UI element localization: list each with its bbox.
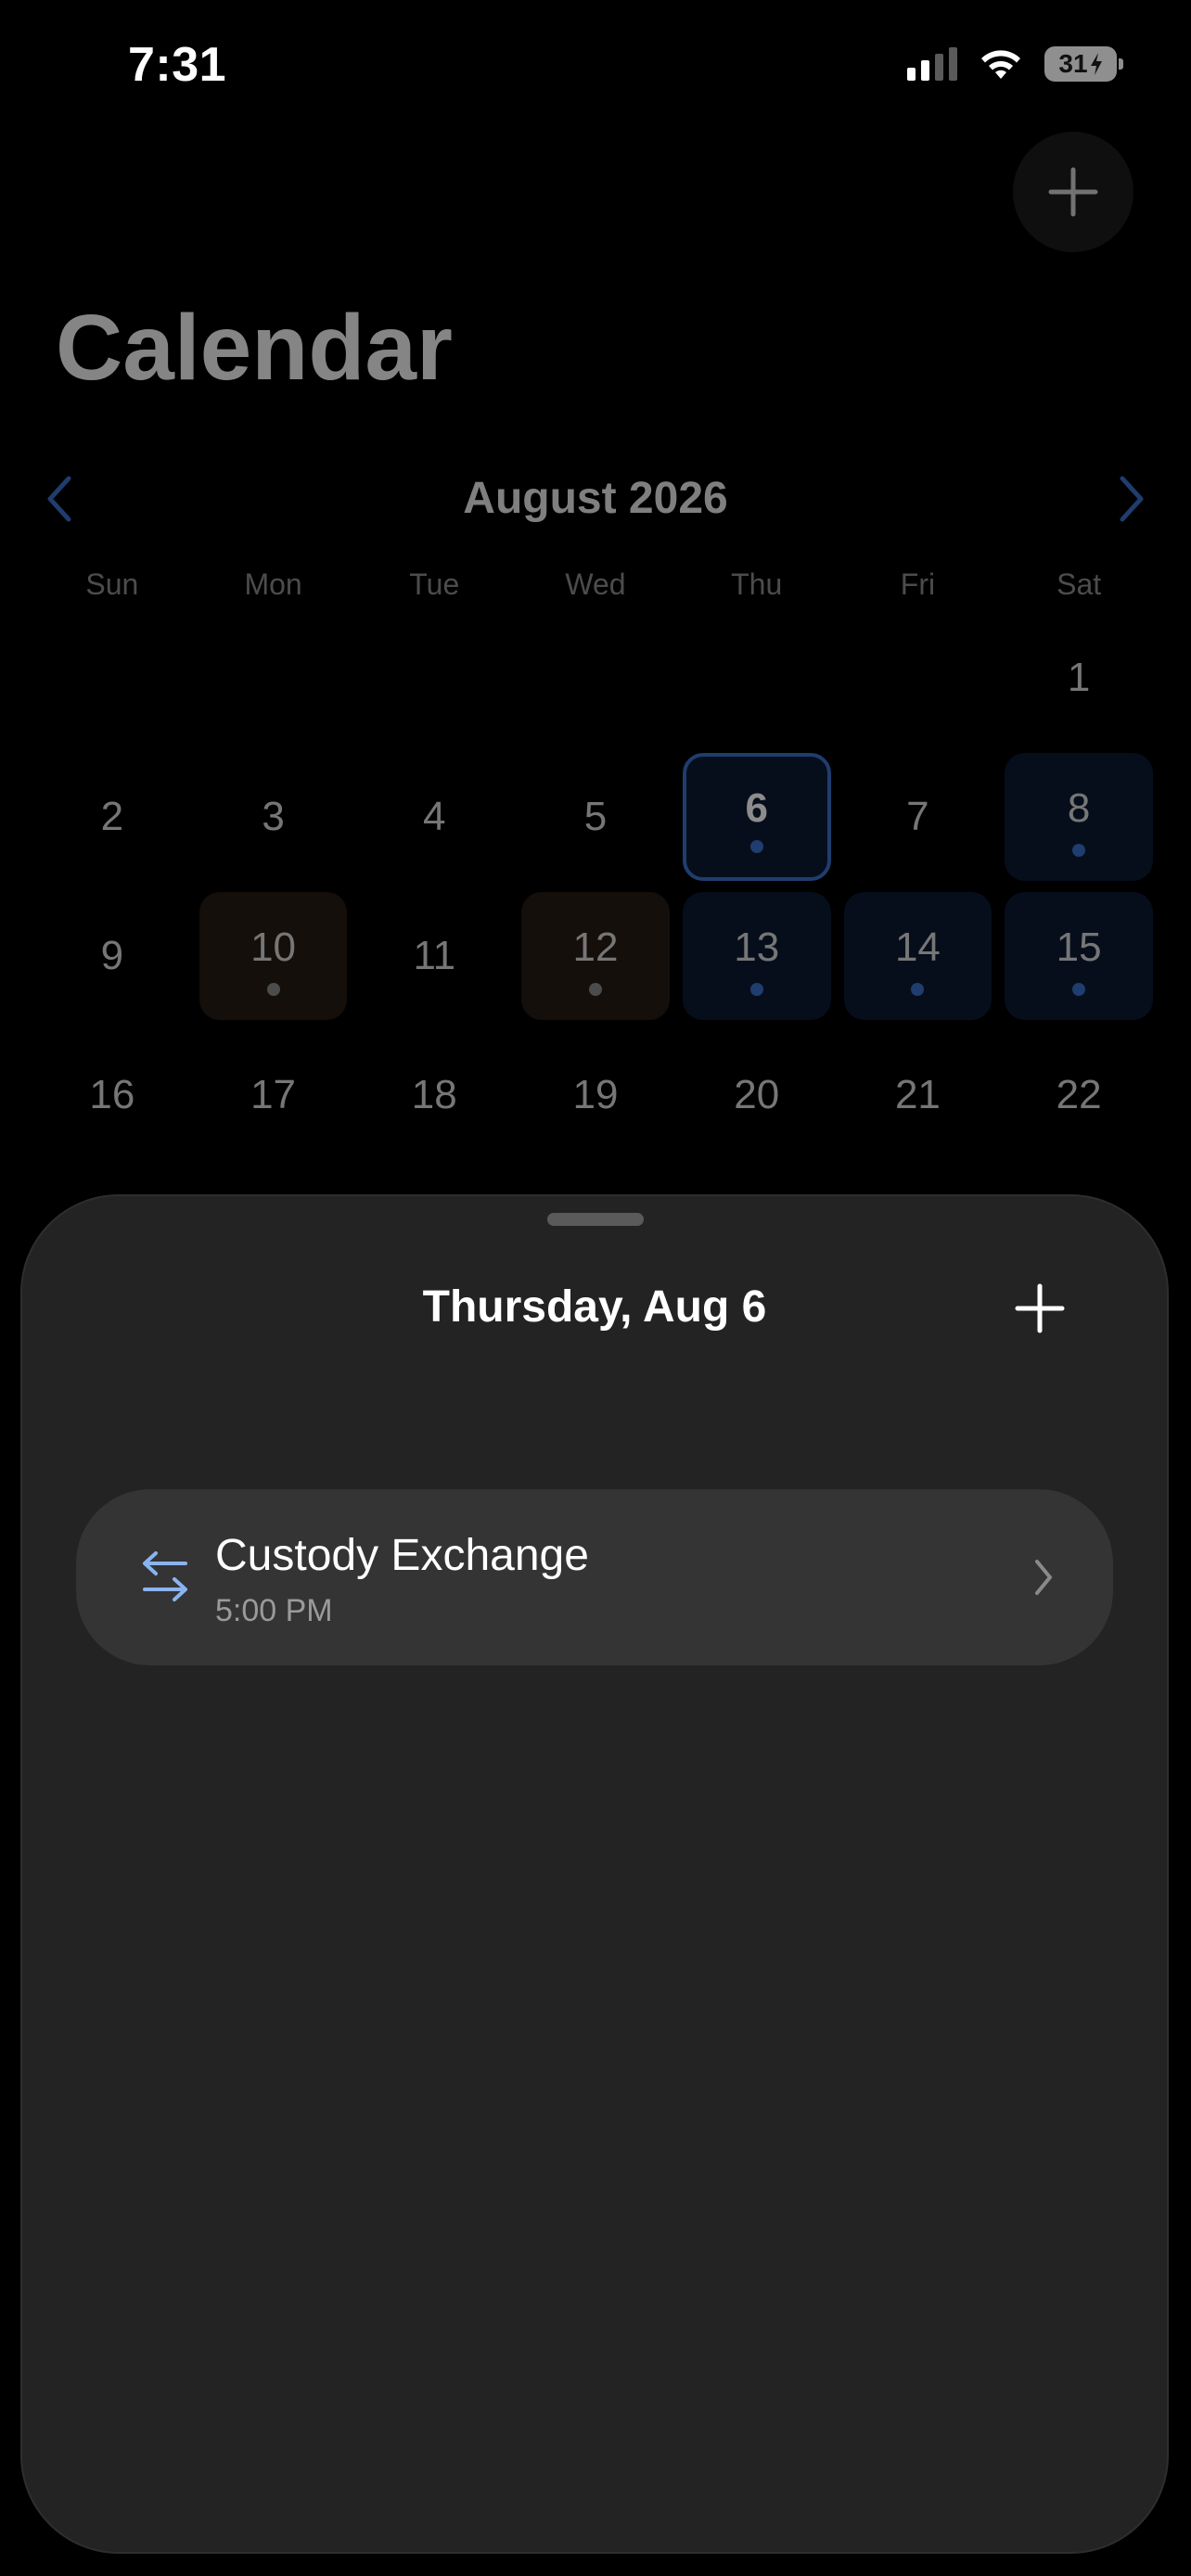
day-cell[interactable]: 11 [360,892,508,1020]
weekday-header: Sun Mon Tue Wed Thu Fri Sat [32,567,1159,602]
weekday-label: Mon [244,567,302,601]
day-number: 2 [100,794,124,839]
day-number: 22 [1056,1072,1102,1117]
screen: 7:31 31 Calendar August 2026 Sun Mon Tue… [0,0,1191,2576]
empty-day-cell [844,614,992,742]
day-number: 13 [734,925,780,970]
event-title: Custody Exchange [215,1531,589,1580]
day-cell[interactable]: 12 [521,892,670,1020]
day-cell[interactable]: 8 [1005,753,1153,881]
empty-day-cell [683,614,831,742]
day-number: 21 [894,1072,941,1117]
weekday-label: Wed [565,567,626,601]
sheet-grabber[interactable] [547,1213,644,1226]
day-number: 12 [572,925,619,970]
wifi-icon [981,50,1020,79]
page-title: Calendar [56,296,453,400]
event-time: 5:00 PM [215,1593,333,1628]
day-cell[interactable]: 10 [198,892,348,1020]
day-number: 16 [89,1072,135,1117]
day-cell[interactable]: 20 [683,1031,831,1159]
day-cell[interactable]: 2 [38,753,186,881]
day-number: 17 [250,1072,297,1117]
day-number: 3 [262,794,285,839]
add-event-button[interactable] [1013,132,1133,252]
cellular-signal-icon [907,47,957,81]
empty-day-cell [521,614,670,742]
day-number: 10 [250,925,297,970]
weekday-label: Sun [85,567,139,601]
empty-day-cell [199,614,348,742]
day-number: 9 [100,933,124,978]
day-cell[interactable]: 17 [199,1031,348,1159]
event-indicator-dot [911,983,925,996]
day-number: 5 [583,794,608,839]
day-cell[interactable]: 4 [360,753,508,881]
event-indicator-dot [1072,844,1086,857]
calendar-grid: 1 2 3 4 5 6 7 8 9 10 11 12 13 14 15 16 17 18 19 20 21 22 [32,608,1159,1165]
swap-arrows-icon [143,1551,187,1601]
status-icons: 31 [907,46,1123,82]
plus-icon [1048,167,1098,217]
empty-day-cell [38,614,186,742]
day-number: 15 [1056,925,1102,970]
day-cell[interactable]: 19 [521,1031,670,1159]
event-indicator-dot [588,983,602,996]
day-detail-sheet: Thursday, Aug 6 Custody Exchange 5:00 PM [22,1196,1167,2552]
plus-icon [1015,1283,1065,1333]
event-indicator-dot [1072,983,1086,996]
sheet-title: Thursday, Aug 6 [422,1282,767,1332]
day-cell[interactable]: 16 [38,1031,186,1159]
status-time: 7:31 [128,38,227,92]
day-cell[interactable]: 22 [1005,1031,1153,1159]
day-cell[interactable]: 1 [1005,614,1153,742]
chevron-right-icon [1035,1560,1052,1595]
day-number: 6 [745,785,768,831]
day-cell[interactable]: 3 [199,753,348,881]
event-card[interactable]: Custody Exchange 5:00 PM [76,1489,1113,1665]
day-number: 11 [413,933,456,978]
day-cell[interactable]: 15 [1005,892,1153,1020]
day-number: 4 [423,794,446,839]
battery-level: 31 [1058,49,1088,78]
weekday-label: Tue [409,567,460,601]
charging-bolt-icon [1090,53,1102,75]
event-indicator-dot [266,983,280,996]
battery-icon: 31 [1044,46,1123,82]
empty-day-cell [360,614,508,742]
day-cell[interactable]: 9 [38,892,186,1020]
month-navigation: August 2026 [0,462,1191,536]
day-cell[interactable]: 7 [844,753,992,881]
weekday-label: Sat [1057,567,1102,601]
weekday-label: Thu [731,567,783,601]
day-number: 1 [1067,655,1091,700]
day-cell[interactable]: 18 [360,1031,508,1159]
day-number: 8 [1067,785,1091,831]
chevron-right-icon[interactable] [1108,473,1154,525]
day-cell[interactable]: 6 [682,753,831,881]
weekday-label: Fri [900,567,936,601]
day-cell[interactable]: 14 [843,892,992,1020]
day-cell[interactable]: 13 [682,892,831,1020]
event-indicator-dot [749,840,763,853]
day-number: 7 [906,794,929,839]
day-cell[interactable]: 21 [844,1031,992,1159]
day-cell[interactable]: 5 [521,753,670,881]
month-label: August 2026 [463,474,728,523]
day-number: 20 [734,1072,780,1117]
day-number: 18 [411,1072,457,1117]
day-number: 19 [572,1072,619,1117]
day-number: 14 [894,925,941,970]
sheet-add-button[interactable] [1002,1270,1078,1346]
event-indicator-dot [749,983,763,996]
